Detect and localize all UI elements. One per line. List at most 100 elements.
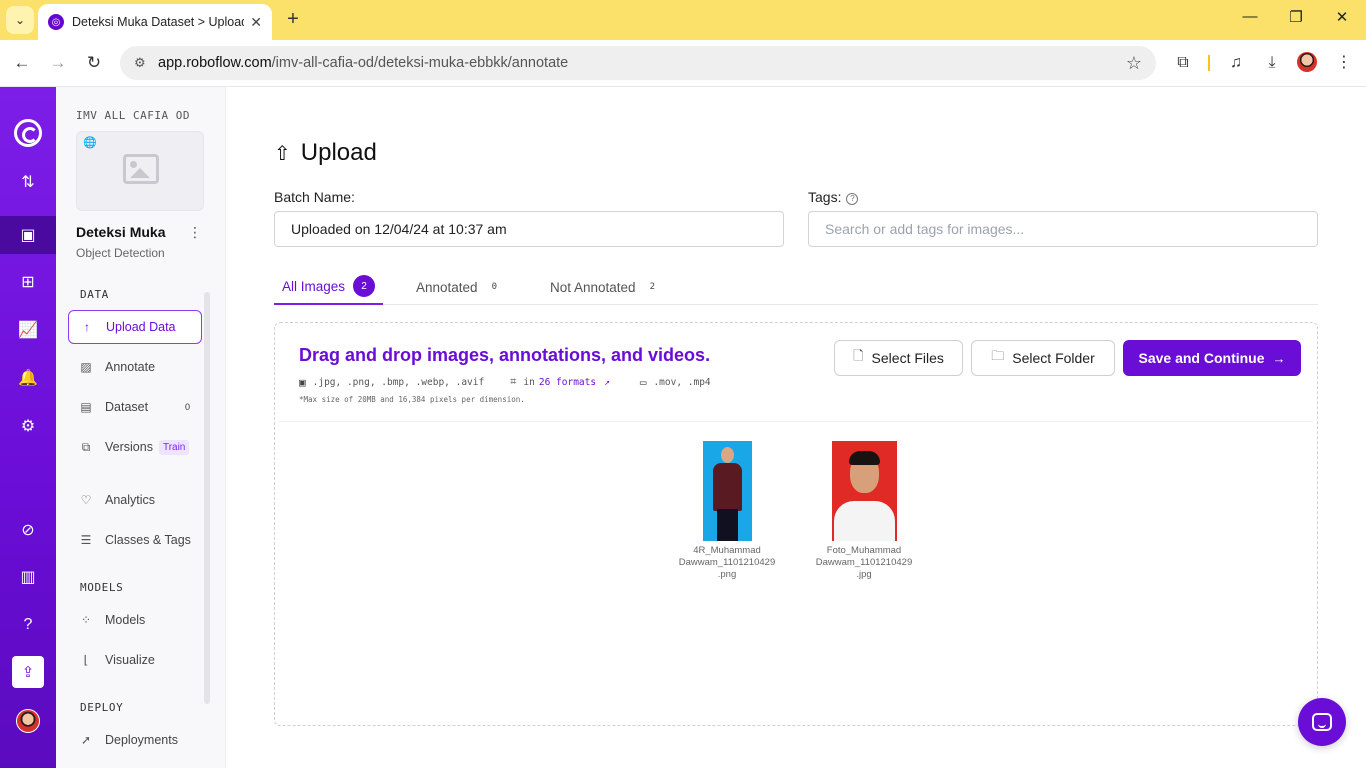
dataset-count: 0 — [184, 402, 190, 412]
tab-all-images[interactable]: All Images 2 — [274, 269, 384, 305]
workflow-icon[interactable]: ⊞ — [12, 266, 44, 298]
chat-icon — [1312, 713, 1332, 731]
tab-label: Annotated — [416, 279, 478, 295]
minimize-icon[interactable]: — — [1238, 8, 1262, 25]
size-limit-note: *Max size of 20MB and 16,384 pixels per … — [299, 395, 525, 404]
sidebar-item-classes-tags[interactable]: ☰ Classes & Tags — [68, 523, 202, 557]
tags-input[interactable]: Search or add tags for images... — [808, 211, 1318, 247]
formats-link[interactable]: 26 formats — [539, 377, 596, 388]
image-filename: Foto_Muhammad Dawwam_1101210429 .jpg — [809, 545, 919, 581]
media-control-icon[interactable]: ♫ — [1225, 52, 1247, 74]
browser-toolbar: ← → ↻ ⚙ app.roboflow.com/imv-all-cafia-o… — [0, 40, 1366, 87]
project-name: Deteksi Muka — [76, 224, 166, 240]
batch-name-input[interactable]: Uploaded on 12/04/24 at 10:37 am — [274, 211, 784, 247]
sidebar-item-upload-data[interactable]: ↑ Upload Data — [68, 310, 202, 344]
site-info-icon[interactable]: ⚙ — [134, 55, 150, 71]
file-icon: 🗋 — [853, 348, 864, 363]
select-folder-label: Select Folder — [1012, 350, 1095, 366]
filename-line: Foto_Muhammad — [826, 545, 902, 556]
sidebar-item-annotate[interactable]: ▨ Annotate — [68, 350, 202, 384]
compass-icon[interactable]: ⊘ — [12, 514, 44, 546]
bookmark-star-icon[interactable]: ☆ — [1126, 53, 1142, 74]
arrow-right-icon: → — [1272, 350, 1286, 366]
browser-menu-icon[interactable]: ⋮ — [1333, 52, 1355, 74]
sidebar-item-dataset[interactable]: ▤ Dataset 0 — [68, 390, 202, 424]
new-tab-button[interactable]: + — [282, 8, 304, 30]
filename-line: .jpg — [856, 569, 872, 580]
save-and-continue-button[interactable]: Save and Continue → — [1123, 340, 1301, 376]
annotation-prefix: in — [523, 376, 535, 388]
workspace-name: IMV ALL CAFIA OD — [76, 109, 190, 122]
sidebar-item-label: Models — [105, 613, 146, 627]
sidebar-scrollbar[interactable] — [204, 292, 210, 704]
library-icon[interactable]: ▥ — [12, 561, 44, 593]
url-path: /imv-all-cafia-od/deteksi-muka-ebbkk/ann… — [271, 55, 569, 71]
download-icon[interactable]: ⤓ — [1261, 52, 1283, 74]
bell-icon[interactable]: 🔔 — [12, 362, 44, 394]
external-link-icon[interactable]: ↗ — [604, 377, 610, 388]
tab-search-button[interactable]: ⌄ — [6, 6, 34, 34]
help-circle-icon[interactable]: ? — [846, 193, 859, 205]
image-filename: 4R_Muhammad Dawwam_1101210429 .png — [672, 545, 782, 581]
sidebar-item-visualize[interactable]: ⌊ Visualize — [68, 643, 202, 677]
uploaded-image-card[interactable]: Foto_Muhammad Dawwam_1101210429 .jpg — [809, 441, 919, 581]
save-continue-label: Save and Continue — [1138, 350, 1265, 366]
dataset-icon: ▤ — [80, 400, 92, 414]
select-folder-button[interactable]: 🗀 Select Folder — [971, 340, 1115, 376]
sidebar-item-models[interactable]: ⁘ Models — [68, 603, 202, 637]
chart-icon[interactable]: 📈 — [12, 314, 44, 346]
restore-icon[interactable]: ❐ — [1284, 8, 1308, 26]
roboflow-logo-icon[interactable] — [14, 119, 42, 147]
supported-formats: ▣ .jpg, .png, .bmp, .webp, .avif ⌗ in 26… — [299, 375, 737, 389]
annotate-icon: ▨ — [80, 360, 92, 374]
browser-tab-active[interactable]: ◎ Deteksi Muka Dataset > Upload ✕ — [38, 4, 272, 40]
sidebar-item-versions[interactable]: ⧉ Versions Train — [68, 430, 202, 464]
sidebar-item-label: Visualize — [105, 653, 155, 667]
help-icon[interactable]: ? — [12, 609, 44, 641]
tags-label: Tags: — [808, 189, 842, 205]
chat-support-button[interactable] — [1298, 698, 1346, 746]
app-rail: ⇅ ▣ ⊞ 📈 🔔 ⚙ ⊘ ▥ ? ⇪ — [0, 87, 56, 768]
upload-icon[interactable]: ⇪ — [12, 656, 44, 688]
project-menu-icon[interactable]: ⋮ — [188, 224, 202, 241]
video-types-group: ▭ .mov, .mp4 — [640, 376, 711, 389]
uploaded-image-card[interactable]: 4R_Muhammad Dawwam_1101210429 .png — [672, 441, 782, 581]
back-button[interactable]: ← — [11, 52, 33, 74]
gear-icon[interactable]: ⚙ — [12, 410, 44, 442]
upload-dropzone[interactable]: Drag and drop images, annotations, and v… — [274, 322, 1318, 726]
project-thumbnail[interactable]: 🌐 — [76, 131, 204, 211]
sidebar-item-deployments[interactable]: ➚ Deployments — [68, 723, 202, 757]
select-files-button[interactable]: 🗋 Select Files — [834, 340, 963, 376]
sidebar-item-label: Deployments — [105, 733, 178, 747]
extensions-icon[interactable]: ⧉ — [1172, 52, 1194, 74]
page-title: ⇧ Upload — [274, 139, 377, 167]
image-types: .jpg, .png, .bmp, .webp, .avif — [312, 376, 485, 388]
rocket-icon: ➚ — [80, 733, 92, 747]
user-avatar[interactable] — [16, 709, 40, 733]
projects-icon[interactable]: ▣ — [0, 216, 56, 254]
bounding-box-icon: ⌗ — [510, 375, 517, 388]
video-types: .mov, .mp4 — [653, 376, 711, 388]
tab-not-annotated[interactable]: Not Annotated 2 — [550, 269, 655, 305]
address-bar[interactable]: ⚙ app.roboflow.com/imv-all-cafia-od/dete… — [120, 46, 1156, 80]
close-tab-icon[interactable]: ✕ — [250, 14, 262, 31]
annotation-formats-group: ⌗ in 26 formats ↗ — [510, 375, 614, 389]
tab-count-badge: 2 — [353, 275, 376, 297]
list-icon: ☰ — [80, 533, 92, 547]
profile-avatar-button[interactable] — [1297, 52, 1319, 74]
reload-button[interactable]: ↻ — [83, 52, 105, 74]
sidebar-item-analytics[interactable]: ♡ Analytics — [68, 483, 202, 517]
image-filter-tabs: All Images 2 Annotated 0 Not Annotated 2 — [274, 269, 1318, 305]
section-models-label: MODELS — [80, 581, 124, 594]
dropzone-title: Drag and drop images, annotations, and v… — [299, 345, 711, 365]
sort-arrows-icon[interactable]: ⇅ — [12, 166, 44, 198]
dropzone-divider — [279, 421, 1313, 422]
sidebar-item-label: Versions — [105, 440, 153, 454]
close-window-icon[interactable]: ✕ — [1330, 8, 1354, 26]
image-thumbnail — [831, 441, 897, 541]
select-files-label: Select Files — [871, 350, 944, 366]
image-thumbnail — [702, 441, 752, 541]
tab-annotated[interactable]: Annotated 0 — [416, 269, 497, 305]
tags-label-wrap: Tags:? — [808, 189, 859, 205]
forward-button[interactable]: → — [47, 52, 69, 74]
